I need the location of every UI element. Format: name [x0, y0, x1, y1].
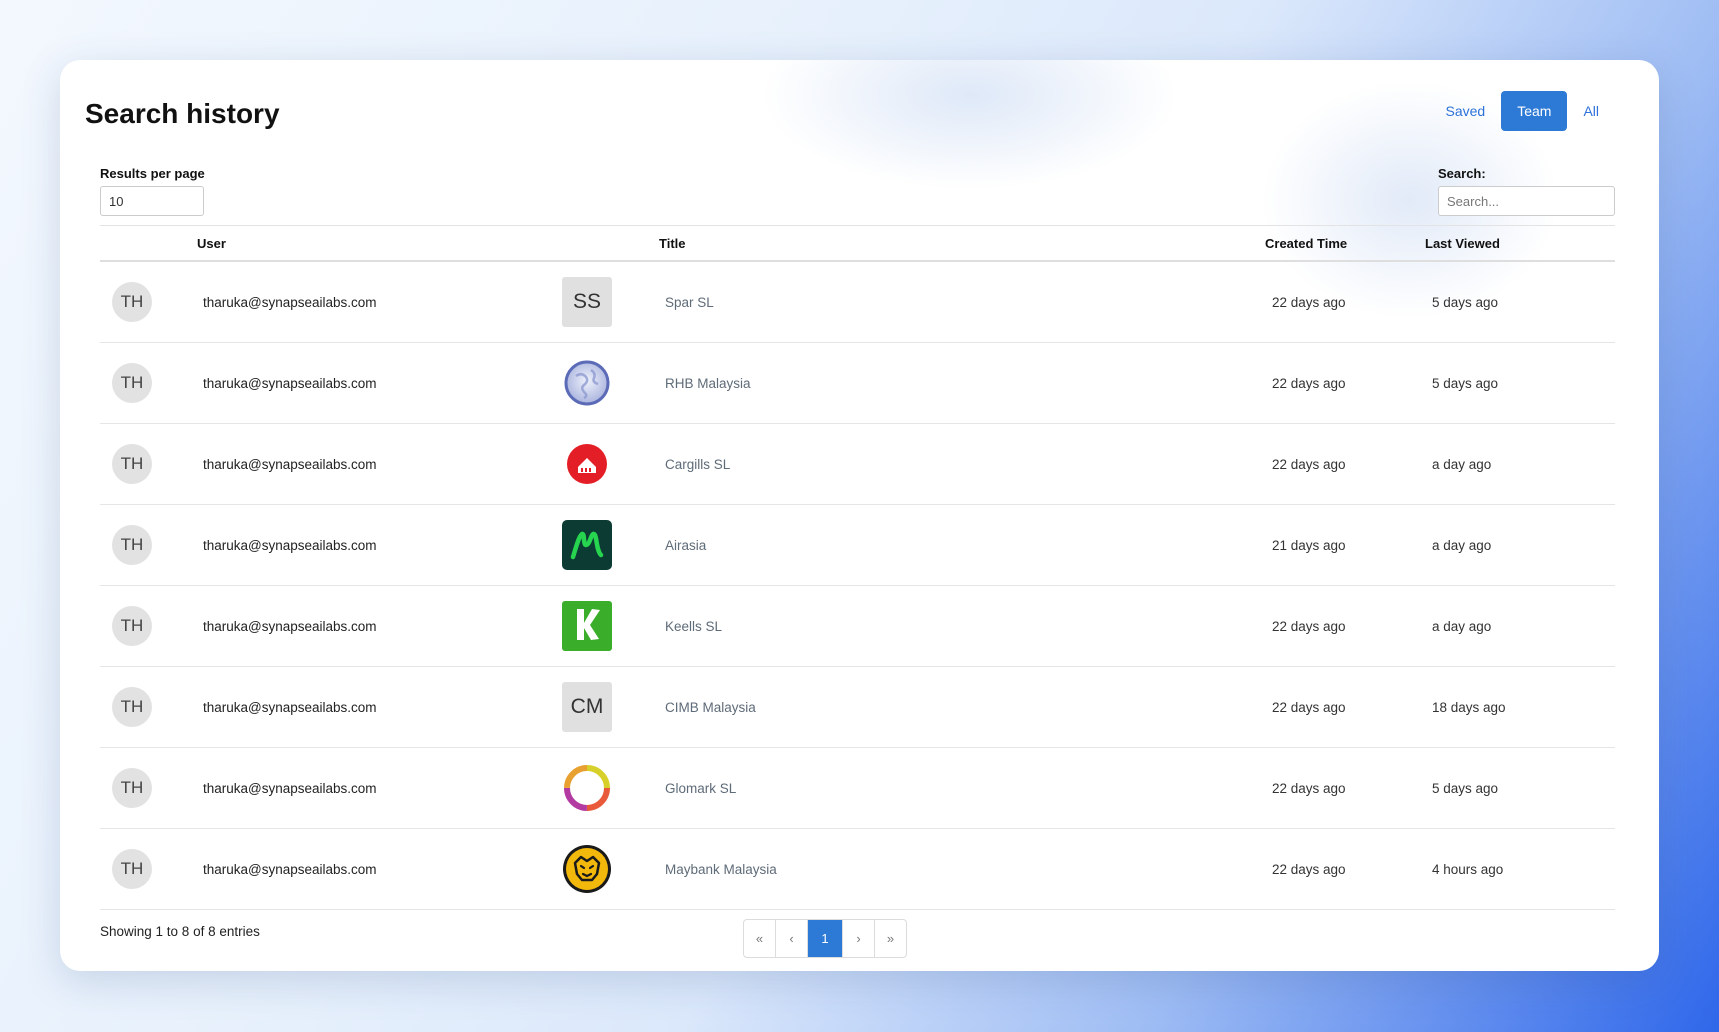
search-title[interactable]: Cargills SL [659, 423, 1265, 505]
search-title[interactable]: Glomark SL [659, 747, 1265, 829]
last-viewed: 5 days ago [1425, 261, 1615, 343]
decorative-glow [760, 60, 1180, 190]
last-viewed: 18 days ago [1425, 666, 1615, 748]
search-label: Search: [1438, 166, 1486, 181]
maybank-logo-icon [562, 844, 612, 894]
pagination-first-button[interactable]: « [744, 920, 776, 957]
pagination: « ‹ 1 › » [743, 919, 907, 958]
last-viewed: 5 days ago [1425, 747, 1615, 829]
search-title[interactable]: Keells SL [659, 585, 1265, 667]
search-title[interactable]: Maybank Malaysia [659, 828, 1265, 910]
filter-all-button[interactable]: All [1567, 91, 1615, 131]
table-row[interactable]: TH tharuka@synapseailabs.com Maybank Mal… [100, 828, 1615, 910]
table-row[interactable]: TH tharuka@synapseailabs.com Airasia 21 … [100, 504, 1615, 586]
filter-tabs: Saved Team All [1430, 91, 1616, 131]
user-email: tharuka@synapseailabs.com [197, 423, 562, 505]
created-time: 21 days ago [1265, 504, 1425, 586]
search-title[interactable]: RHB Malaysia [659, 342, 1265, 424]
created-time: 22 days ago [1265, 747, 1425, 829]
header-title[interactable]: Title [659, 225, 1265, 262]
search-history-card: Search history Saved Team All Results pe… [60, 60, 1659, 971]
table-header-row: User Title Created Time Last Viewed [100, 225, 1615, 262]
user-email: tharuka@synapseailabs.com [197, 504, 562, 586]
table-row[interactable]: TH tharuka@synapseailabs.com CM CIMB Mal… [100, 666, 1615, 748]
last-viewed: 4 hours ago [1425, 828, 1615, 910]
globe-icon [562, 358, 612, 408]
user-email: tharuka@synapseailabs.com [197, 666, 562, 748]
search-title[interactable]: Spar SL [659, 261, 1265, 343]
pagination-last-button[interactable]: » [875, 920, 906, 957]
page-title: Search history [85, 98, 280, 129]
history-table: User Title Created Time Last Viewed TH t… [100, 225, 1615, 910]
table-row[interactable]: TH tharuka@synapseailabs.com Keells SL 2… [100, 585, 1615, 667]
user-email: tharuka@synapseailabs.com [197, 747, 562, 829]
created-time: 22 days ago [1265, 342, 1425, 424]
created-time: 22 days ago [1265, 585, 1425, 667]
keells-logo-icon [562, 601, 612, 651]
pagination-prev-button[interactable]: ‹ [776, 920, 808, 957]
last-viewed: a day ago [1425, 504, 1615, 586]
created-time: 22 days ago [1265, 828, 1425, 910]
last-viewed: a day ago [1425, 585, 1615, 667]
avatar: TH [112, 606, 152, 646]
pagination-page-1[interactable]: 1 [808, 920, 843, 957]
avatar: TH [112, 687, 152, 727]
created-time: 22 days ago [1265, 666, 1425, 748]
results-per-page-input[interactable] [100, 186, 204, 216]
cargills-logo-icon [562, 439, 612, 489]
last-viewed: a day ago [1425, 423, 1615, 505]
header-last-viewed[interactable]: Last Viewed [1425, 225, 1615, 262]
table-row[interactable]: TH tharuka@synapseailabs.com Cargills SL… [100, 423, 1615, 505]
filter-saved-button[interactable]: Saved [1430, 91, 1502, 131]
history-table-wrapper: User Title Created Time Last Viewed TH t… [100, 225, 1615, 910]
header-user[interactable]: User [197, 225, 562, 262]
created-time: 22 days ago [1265, 423, 1425, 505]
avatar: TH [112, 363, 152, 403]
entries-info: Showing 1 to 8 of 8 entries [100, 924, 260, 939]
user-email: tharuka@synapseailabs.com [197, 261, 562, 343]
table-row[interactable]: TH tharuka@synapseailabs.com Glomark SL … [100, 747, 1615, 829]
search-input[interactable] [1438, 186, 1615, 216]
airasia-logo-icon [562, 520, 612, 570]
user-email: tharuka@synapseailabs.com [197, 342, 562, 424]
header-avatar [100, 225, 197, 262]
table-row[interactable]: TH tharuka@synapseailabs.com SS Spar SL … [100, 261, 1615, 343]
user-email: tharuka@synapseailabs.com [197, 585, 562, 667]
avatar: TH [112, 444, 152, 484]
search-title[interactable]: CIMB Malaysia [659, 666, 1265, 748]
glomark-logo-icon [562, 763, 612, 813]
header-created-time[interactable]: Created Time [1265, 225, 1425, 262]
avatar: TH [112, 849, 152, 889]
pagination-next-button[interactable]: › [843, 920, 875, 957]
table-row[interactable]: TH tharuka@synapseailabs.com RHB Malaysi… [100, 342, 1615, 424]
avatar: TH [112, 768, 152, 808]
company-logo-initials: CM [562, 682, 612, 732]
user-email: tharuka@synapseailabs.com [197, 828, 562, 910]
search-title[interactable]: Airasia [659, 504, 1265, 586]
company-logo-initials: SS [562, 277, 612, 327]
header-logo [562, 225, 659, 262]
filter-team-button[interactable]: Team [1501, 91, 1568, 131]
avatar: TH [112, 282, 152, 322]
created-time: 22 days ago [1265, 261, 1425, 343]
last-viewed: 5 days ago [1425, 342, 1615, 424]
results-per-page-label: Results per page [100, 166, 205, 181]
avatar: TH [112, 525, 152, 565]
